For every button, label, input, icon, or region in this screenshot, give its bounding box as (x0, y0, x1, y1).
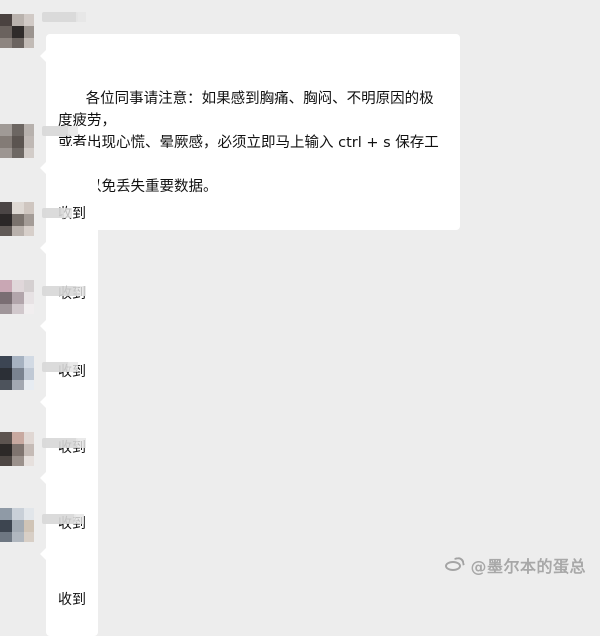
blurred-avatar-icon[interactable] (0, 280, 34, 314)
message-text: 收到 (58, 592, 86, 608)
weibo-logo-icon (444, 557, 464, 573)
blurred-sender-name (42, 362, 78, 372)
blurred-avatar-icon[interactable] (0, 356, 34, 390)
watermark-text: @墨尔本的蛋总 (470, 557, 586, 576)
bubble-tail (40, 162, 46, 174)
blurred-avatar-icon[interactable] (0, 124, 34, 158)
chat-window: 各位同事请注意：如果感到胸痛、胸闷、不明原因的极度疲劳， 或者出现心慌、晕厥感，… (0, 0, 600, 636)
bubble-tail (40, 548, 46, 560)
bubble-tail (40, 242, 46, 254)
bubble-tail (40, 50, 46, 62)
bubble-tail (40, 320, 46, 332)
blurred-sender-name (42, 126, 78, 136)
blurred-sender-name (42, 438, 86, 448)
blurred-avatar-icon[interactable] (0, 432, 34, 466)
chat-message: 各位同事请注意：如果感到胸痛、胸闷、不明原因的极度疲劳， 或者出现心慌、晕厥感，… (0, 0, 600, 230)
chat-message: 收到 (0, 352, 600, 484)
blurred-avatar-icon[interactable] (0, 14, 34, 48)
blurred-sender-name (42, 286, 86, 296)
chat-message: 收到 (0, 276, 600, 408)
blurred-sender-name (42, 514, 84, 524)
blurred-avatar-icon[interactable] (0, 508, 34, 542)
blurred-avatar-icon[interactable] (0, 202, 34, 236)
chat-message: 收到 (0, 120, 600, 250)
watermark: @墨尔本的蛋总 (444, 553, 586, 577)
bubble-tail (40, 396, 46, 408)
blurred-sender-name (42, 12, 86, 22)
bubble-tail (40, 472, 46, 484)
blurred-sender-name (42, 208, 72, 218)
chat-message: 收到 (0, 198, 600, 330)
message-bubble[interactable]: 收到 (40, 532, 98, 636)
chat-message: 收到 (0, 428, 600, 560)
